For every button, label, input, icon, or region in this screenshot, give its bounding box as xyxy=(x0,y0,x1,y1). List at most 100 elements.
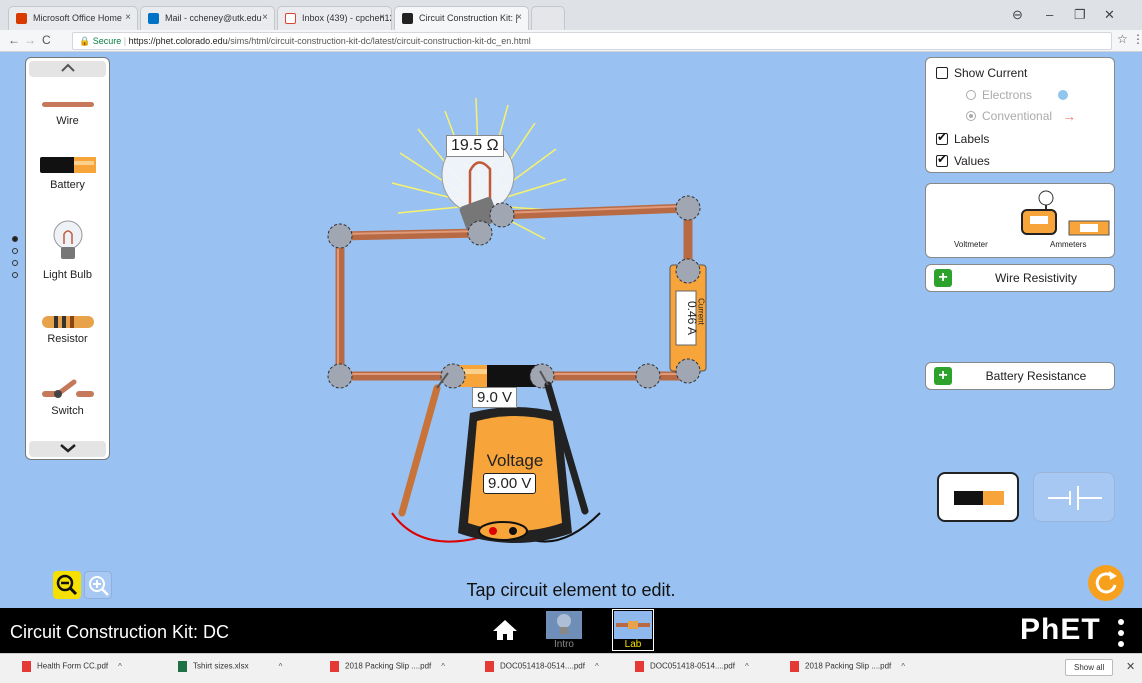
gmail-icon xyxy=(285,13,296,24)
ammeter-readout: 0.46 A Current xyxy=(666,291,706,345)
close-icon[interactable]: × xyxy=(516,12,522,23)
tab-inbox[interactable]: Inbox (439) - cpchen12@ × xyxy=(277,6,392,30)
menu-icon[interactable]: ⋮ xyxy=(1132,32,1142,46)
download-item[interactable]: 2018 Packing Slip ....pdf ^ xyxy=(790,661,905,672)
voltmeter-title: Voltage xyxy=(486,451,544,470)
chevron-up-icon[interactable]: ^ xyxy=(901,662,905,671)
radio-label: Electrons xyxy=(982,88,1033,102)
checkbox[interactable] xyxy=(936,130,948,145)
phet-icon xyxy=(402,13,413,24)
accordion-title: Battery Resistance xyxy=(985,369,1087,383)
downloads-bar: Health Form CC.pdf ^ Tshirt sizes.xlsx ^ 2… xyxy=(0,653,1142,683)
view-options-panel: Show Current Electrons Conventional → La… xyxy=(925,57,1115,173)
sim-navigation-bar: Circuit Construction Kit: DC Intro Lab P… xyxy=(0,608,1142,653)
screen-lab-button[interactable]: Lab xyxy=(612,609,654,651)
address-bar: ← → C 🔒 Secure | https://phet.colorado.e… xyxy=(0,30,1142,52)
pdf-icon xyxy=(635,661,644,672)
profile-icon[interactable]: ⊖ xyxy=(1012,7,1023,23)
url-host: https://phet.colorado.edu xyxy=(128,36,228,46)
secure-label: Secure xyxy=(92,36,122,46)
close-icon[interactable]: × xyxy=(262,12,268,23)
browser-tab-bar: Microsoft Office Home × Mail - ccheney@u… xyxy=(0,0,1142,30)
reload-icon[interactable]: C xyxy=(42,33,51,47)
play-area: Wire Battery Light Bulb Resistor Switch … xyxy=(0,53,1142,608)
show-current-checkbox[interactable]: Show Current xyxy=(936,66,1027,80)
chevron-up-icon[interactable]: ^ xyxy=(441,662,445,671)
home-icon[interactable] xyxy=(492,618,518,642)
download-item[interactable]: Health Form CC.pdf ^ xyxy=(22,661,122,672)
new-tab-button[interactable] xyxy=(531,6,565,30)
bulb-resistance-label: 19.5 Ω xyxy=(446,135,504,157)
values-checkbox[interactable]: Values xyxy=(936,152,990,168)
maximize-icon[interactable]: ❐ xyxy=(1074,7,1086,23)
labels-checkbox[interactable]: Labels xyxy=(936,130,990,146)
battery-resistance-accordion[interactable]: + Battery Resistance xyxy=(925,362,1115,390)
expand-plus-icon[interactable]: + xyxy=(934,269,952,287)
tab-title: Circuit Construction Kit: | xyxy=(419,13,518,23)
radio[interactable] xyxy=(966,111,976,121)
radio[interactable] xyxy=(966,90,976,100)
ammeter-title: Current xyxy=(696,298,706,325)
battery-voltage-label: 9.0 V xyxy=(472,387,518,408)
office-icon xyxy=(16,13,27,24)
download-item[interactable]: DOC051418-0514....pdf ^ xyxy=(485,661,599,672)
download-name: DOC051418-0514....pdf xyxy=(500,661,585,671)
tab-circuit-kit[interactable]: Circuit Construction Kit: | × xyxy=(394,6,529,30)
radio-label: Conventional xyxy=(982,109,1053,123)
expand-plus-icon[interactable]: + xyxy=(934,367,952,385)
battery-icon xyxy=(954,491,1004,505)
checkbox[interactable] xyxy=(936,152,948,167)
ammeter-tool-icon[interactable] xyxy=(1020,208,1058,238)
show-all-button[interactable]: Show all xyxy=(1065,659,1114,676)
status-message: Tap circuit element to edit. xyxy=(466,580,676,600)
vertex-markers[interactable] xyxy=(327,195,701,389)
chevron-up-icon[interactable]: ^ xyxy=(745,662,749,671)
chevron-up-icon[interactable]: ^ xyxy=(595,662,599,671)
download-item[interactable]: 2018 Packing Slip ....pdf ^ xyxy=(330,661,445,672)
conventional-radio[interactable]: Conventional → xyxy=(966,108,1076,124)
minimize-icon[interactable]: – xyxy=(1046,7,1053,22)
schematic-view-button[interactable] xyxy=(1033,472,1115,522)
download-item[interactable]: DOC051418-0514....pdf ^ xyxy=(635,661,749,672)
pdf-icon xyxy=(22,661,31,672)
bookmark-star-icon[interactable]: ☆ xyxy=(1117,32,1128,46)
lab-screen-icon xyxy=(614,611,652,639)
forward-icon[interactable]: → xyxy=(24,33,36,47)
download-name: Health Form CC.pdf xyxy=(37,661,109,671)
close-icon[interactable]: × xyxy=(125,12,131,23)
lifelike-view-button[interactable] xyxy=(937,472,1019,522)
pdf-icon xyxy=(790,661,799,672)
url-field[interactable]: 🔒 Secure | https://phet.colorado.edu/sim… xyxy=(72,32,1112,50)
close-window-icon[interactable]: ✕ xyxy=(1104,7,1115,23)
ammeter-mini-icon[interactable] xyxy=(1068,220,1110,236)
close-icon[interactable]: × xyxy=(379,12,385,23)
checkbox[interactable] xyxy=(936,67,948,79)
tab-title: Mail - ccheney@utk.edu xyxy=(165,13,262,23)
phet-logo[interactable]: PhET xyxy=(1020,613,1101,647)
back-icon[interactable]: ← xyxy=(8,33,20,47)
screen-intro-button[interactable]: Intro xyxy=(544,611,584,651)
tab-title: Microsoft Office Home xyxy=(33,13,122,23)
pdf-icon xyxy=(485,661,494,672)
voltmeter-label: Voltmeter xyxy=(954,240,988,249)
tab-mail[interactable]: Mail - ccheney@utk.edu × xyxy=(140,6,275,30)
lock-icon: 🔒 xyxy=(79,36,91,46)
checkbox-label: Labels xyxy=(954,132,990,146)
screen-label: Intro xyxy=(553,639,574,650)
close-downloads-icon[interactable]: ✕ xyxy=(1126,660,1135,673)
excel-icon xyxy=(178,661,187,672)
url-path: /sims/html/circuit-construction-kit-dc/l… xyxy=(227,36,531,46)
electron-icon xyxy=(1058,90,1069,100)
voltmeter-reading: 9.00 V xyxy=(483,473,537,494)
wire-resistivity-accordion[interactable]: + Wire Resistivity xyxy=(925,264,1115,292)
chevron-up-icon[interactable]: ^ xyxy=(279,662,283,671)
screen-label: Lab xyxy=(624,639,642,650)
phet-menu-icon[interactable] xyxy=(1118,619,1124,647)
electrons-radio[interactable]: Electrons xyxy=(966,88,1069,102)
tab-office-home[interactable]: Microsoft Office Home × xyxy=(8,6,138,30)
download-item[interactable]: Tshirt sizes.xlsx ^ xyxy=(178,661,282,672)
schematic-battery-icon xyxy=(1048,486,1102,510)
chevron-up-icon[interactable]: ^ xyxy=(118,662,122,671)
arrow-right-icon: → xyxy=(1062,108,1077,124)
intro-screen-icon xyxy=(546,611,582,639)
